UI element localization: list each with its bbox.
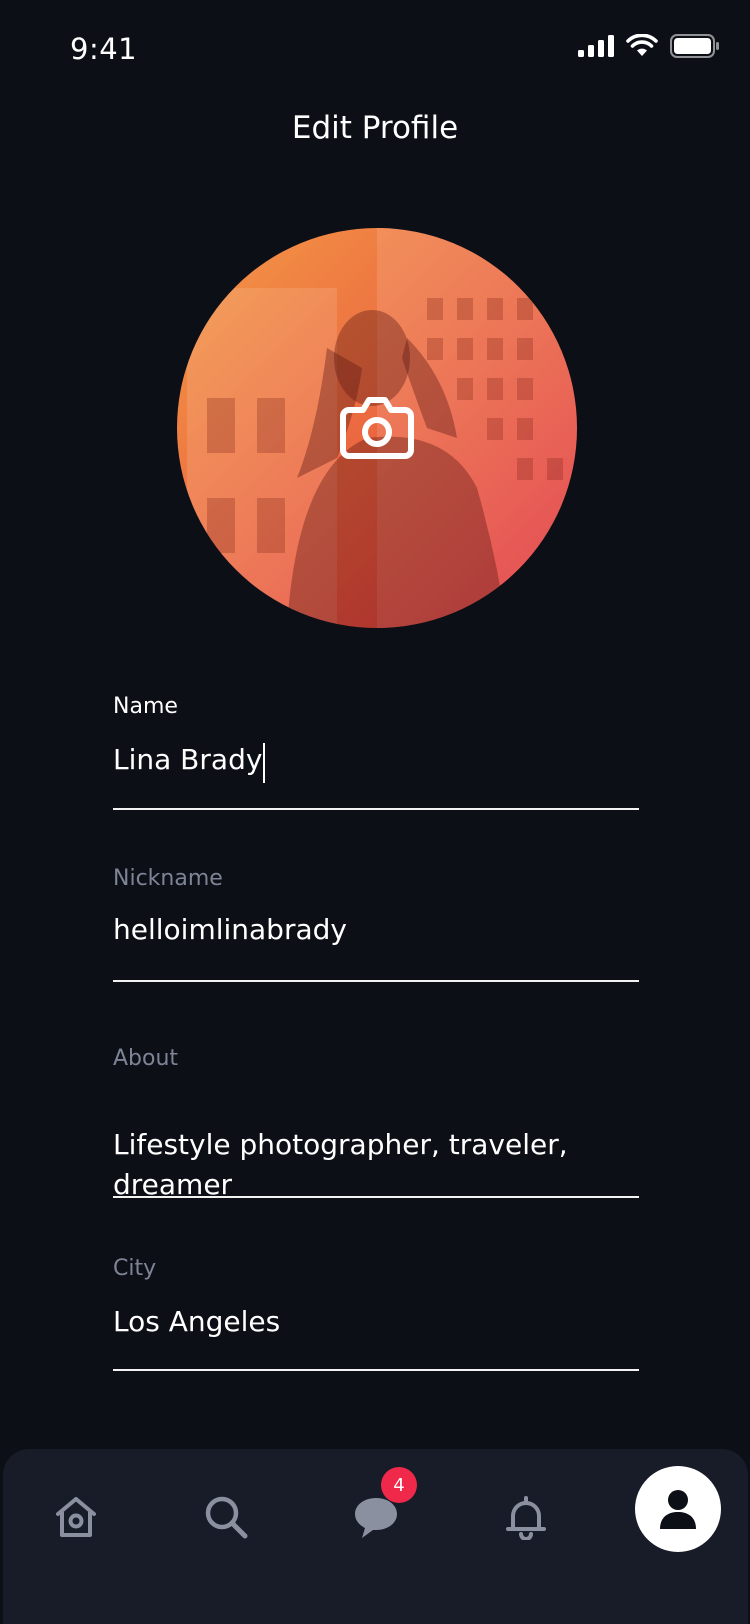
nickname-label: Nickname xyxy=(113,866,223,891)
nickname-underline xyxy=(113,980,639,982)
status-time: 9:41 xyxy=(70,32,138,66)
bell-icon xyxy=(506,1496,546,1540)
camera-icon xyxy=(340,397,414,459)
about-value-line2: dreamer xyxy=(113,1168,233,1201)
tab-notifications[interactable] xyxy=(496,1487,556,1547)
page-title: Edit Profile xyxy=(291,110,459,146)
name-value: Lina Brady xyxy=(113,743,263,776)
about-field[interactable]: Lifestyle photographer, traveler, dreame… xyxy=(113,1125,639,1205)
city-underline xyxy=(113,1369,639,1371)
tab-profile[interactable] xyxy=(635,1466,721,1552)
city-label: City xyxy=(113,1256,157,1281)
status-bar: 9:41 xyxy=(0,0,750,100)
profile-icon xyxy=(660,1490,696,1529)
wifi-icon xyxy=(626,34,658,56)
name-field-group: Name Lina Brady xyxy=(113,694,639,810)
about-field-group: About Lifestyle photographer, traveler, … xyxy=(113,1046,639,1205)
city-field-group: City Los Angeles xyxy=(113,1256,639,1371)
name-field[interactable]: Lina Brady xyxy=(113,742,639,793)
search-icon xyxy=(205,1496,248,1539)
bottom-tab-bar: 4 xyxy=(3,1449,748,1624)
about-label: About xyxy=(113,1046,179,1071)
nickname-field[interactable]: helloimlinabrady xyxy=(113,913,639,963)
tab-search[interactable] xyxy=(196,1487,256,1547)
change-photo-button[interactable] xyxy=(335,386,419,470)
about-underline xyxy=(113,1196,639,1198)
about-value-line1: Lifestyle photographer, traveler, xyxy=(113,1128,568,1161)
text-cursor xyxy=(263,742,266,783)
status-icons xyxy=(578,34,720,58)
name-underline xyxy=(113,808,639,810)
cellular-signal-icon xyxy=(578,35,614,57)
home-icon xyxy=(56,1497,96,1537)
nickname-field-group: Nickname helloimlinabrady xyxy=(113,866,639,982)
battery-icon xyxy=(670,34,719,58)
city-field[interactable]: Los Angeles xyxy=(113,1305,639,1355)
name-label: Name xyxy=(113,694,178,719)
city-value: Los Angeles xyxy=(113,1305,281,1338)
profile-photo[interactable] xyxy=(177,228,577,628)
nickname-value: helloimlinabrady xyxy=(113,913,347,946)
tab-home[interactable] xyxy=(46,1487,106,1547)
messages-badge: 4 xyxy=(381,1467,417,1503)
